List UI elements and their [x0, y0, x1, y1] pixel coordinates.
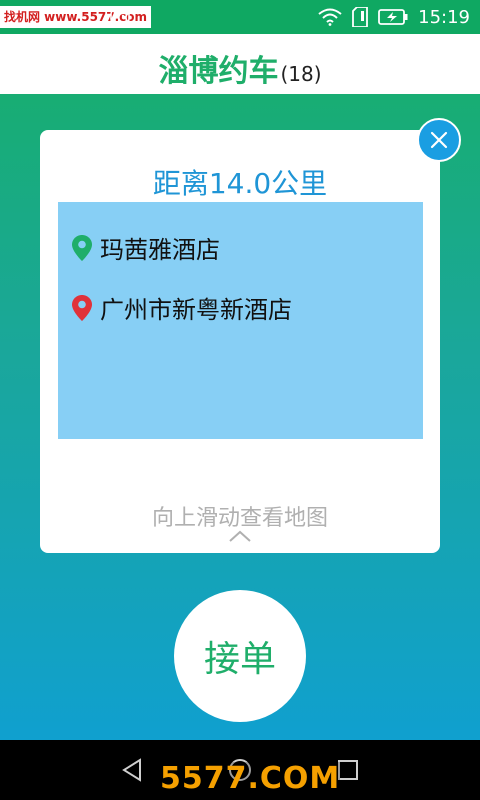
battery-charging-icon	[378, 9, 408, 25]
cat-notification-icon	[110, 7, 130, 24]
close-button[interactable]	[417, 118, 461, 162]
origin-pin-icon	[72, 234, 92, 261]
status-bar: 找机网 www.5577.com 15:19	[0, 0, 480, 34]
destination-row: 广州市新粤新酒店	[72, 290, 292, 325]
status-time: 15:19	[418, 6, 470, 28]
route-panel: 玛茜雅酒店 广州市新粤新酒店	[58, 202, 423, 439]
origin-label: 玛茜雅酒店	[100, 236, 220, 264]
app-title: 淄博约车	[158, 54, 279, 89]
origin-row: 玛茜雅酒店	[72, 230, 220, 265]
close-icon	[430, 131, 448, 149]
wifi-icon	[318, 8, 342, 26]
accept-order-button[interactable]: 接单	[174, 590, 306, 722]
back-icon[interactable]	[120, 758, 144, 782]
order-count: (18)	[280, 62, 322, 86]
app-header: 淄博约车 (18)	[0, 34, 480, 94]
watermark-bottom: 5577.COM	[160, 761, 341, 796]
sim-icon	[352, 7, 369, 27]
destination-pin-icon	[72, 294, 92, 321]
chevron-up-icon[interactable]	[229, 530, 251, 542]
swipe-hint: 向上滑动查看地图	[151, 506, 328, 531]
page-title: 淄博约车 (18)	[0, 46, 480, 90]
destination-label: 广州市新粤新酒店	[100, 296, 292, 324]
accept-order-label: 接单	[203, 639, 276, 680]
distance-label: 距离14.0公里	[152, 167, 328, 200]
